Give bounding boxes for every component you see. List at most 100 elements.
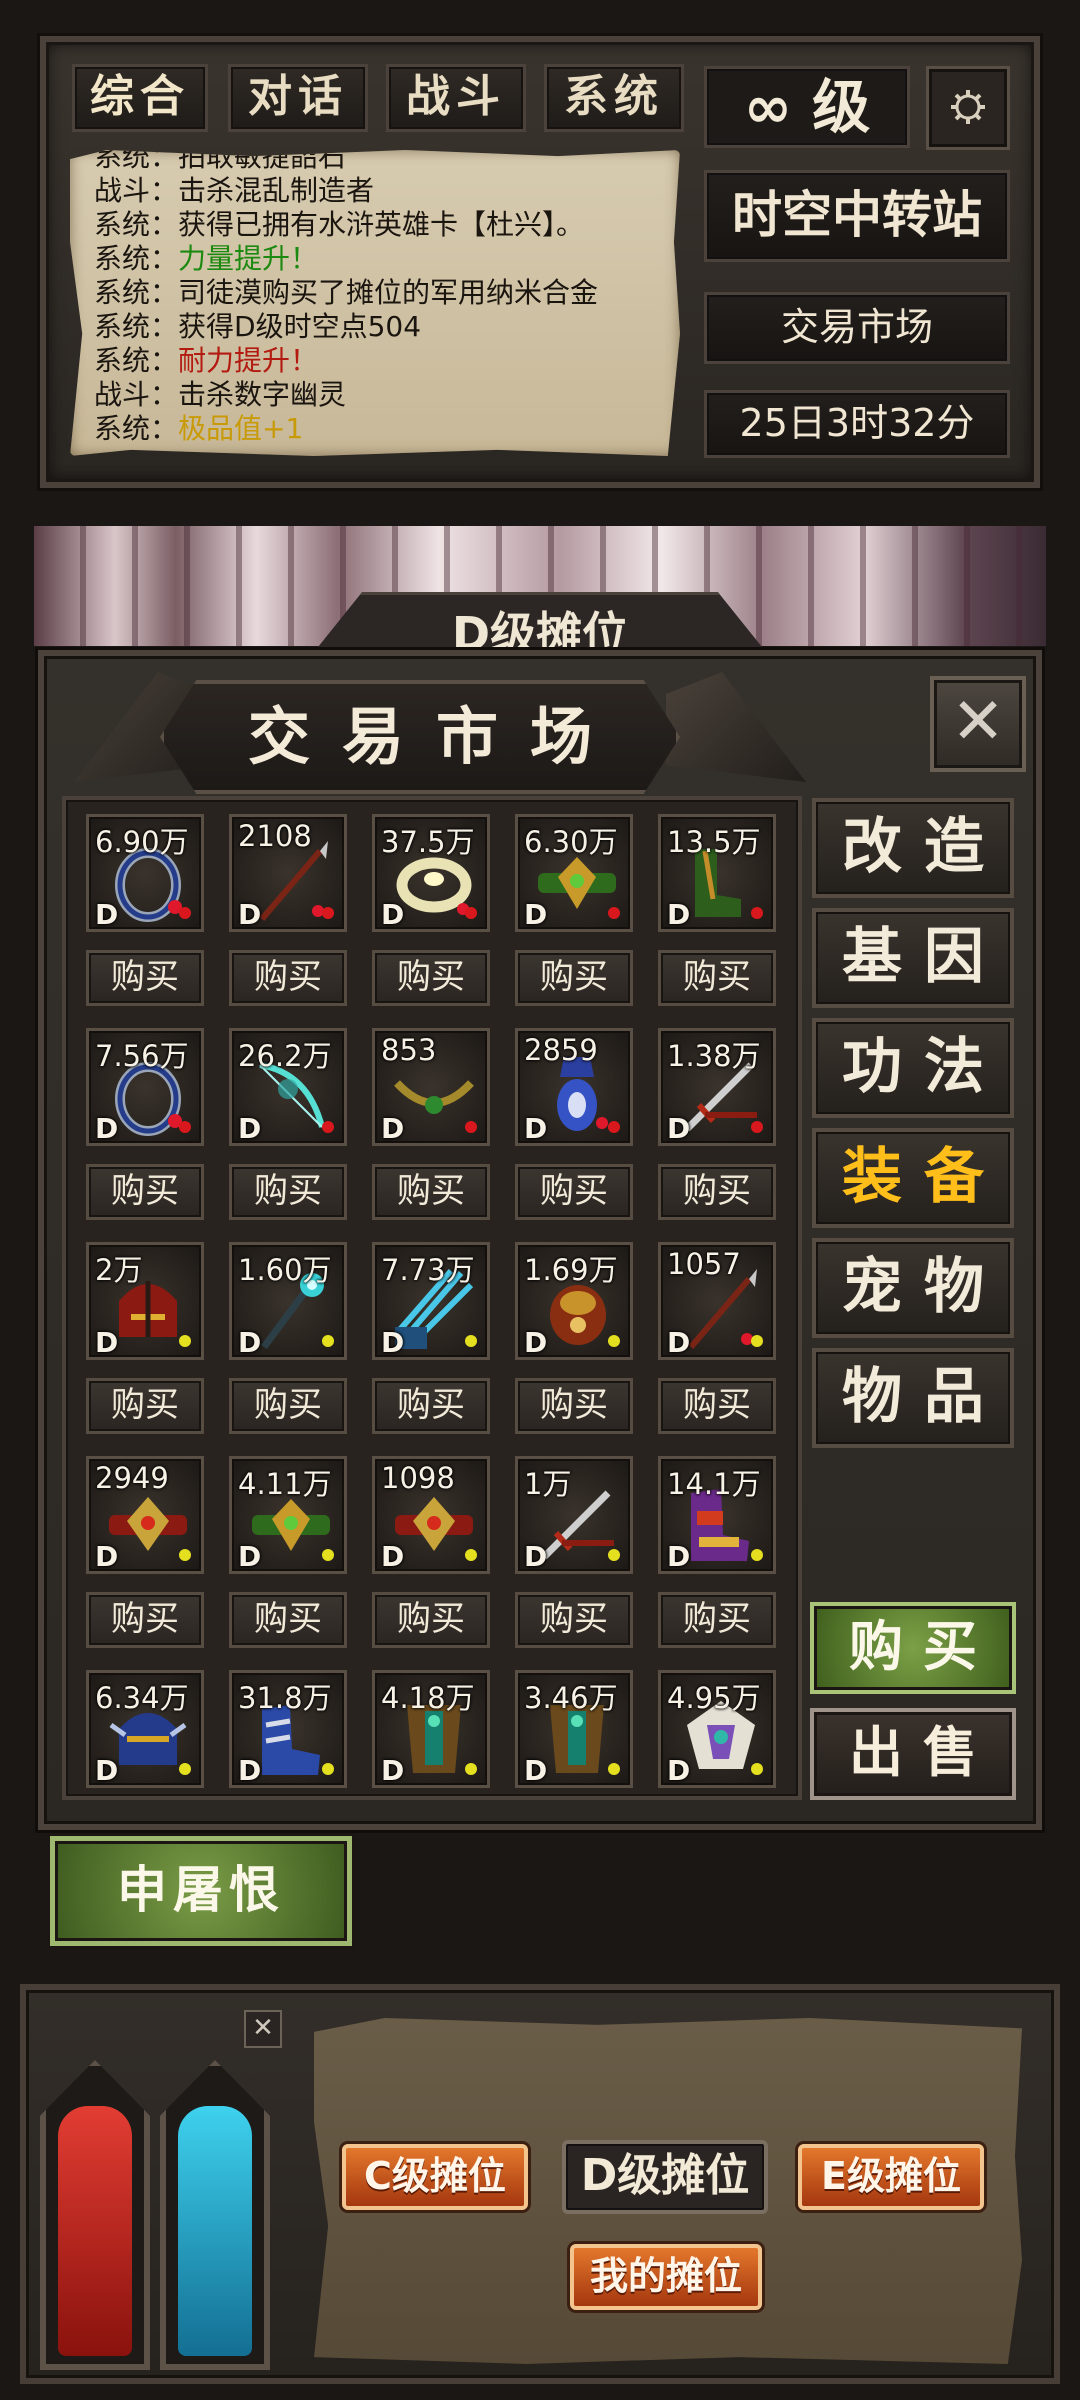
buy-button[interactable]: 购买 (658, 1378, 776, 1434)
category-4[interactable]: 宠物 (812, 1238, 1014, 1338)
buy-action-button[interactable]: 购买 (810, 1602, 1016, 1694)
buy-button[interactable]: 购买 (372, 1378, 490, 1434)
buy-button[interactable]: 购买 (229, 950, 347, 1006)
item-grade: D (381, 1112, 405, 1145)
buy-button[interactable]: 购买 (515, 1378, 633, 1434)
chat-text: 获得已拥有水浒英雄卡【杜兴】。 (178, 208, 585, 241)
close-icon: ✕ (951, 685, 1005, 759)
item-grade: D (524, 1112, 548, 1145)
chat-prefix: 战斗： (94, 174, 179, 207)
item-price: 1.60万 (238, 1253, 332, 1287)
chat-log[interactable]: 系统：拍取敏捷韶石 战斗：击杀混乱制造者 系统：获得已拥有水浒英雄卡【杜兴】。 系统：… (70, 150, 680, 456)
item-slot[interactable]: 14.1万 D (658, 1456, 776, 1574)
item-slot[interactable]: 2859 D (515, 1028, 633, 1146)
small-close-button[interactable]: ✕ (244, 2010, 282, 2048)
buy-button[interactable]: 购买 (658, 950, 776, 1006)
seller-name-button[interactable]: 申屠恨 (50, 1836, 352, 1946)
buy-button[interactable]: 购买 (86, 1592, 204, 1648)
market-link[interactable]: 交易市场 (704, 292, 1010, 364)
item-slot[interactable]: 26.2万 D (229, 1028, 347, 1146)
item-price: 4.18万 (381, 1681, 475, 1715)
d-stall-button[interactable]: D级摊位 (562, 2140, 768, 2214)
category-3[interactable]: 装备 (812, 1128, 1014, 1228)
category-5[interactable]: 物品 (812, 1348, 1014, 1448)
item-slot[interactable]: 4.95万 D (658, 1670, 776, 1788)
tab-general[interactable]: 综合 (72, 64, 208, 132)
buy-button[interactable]: 购买 (229, 1164, 347, 1220)
item-slot[interactable]: 853 D (372, 1028, 490, 1146)
quality-dot (751, 1335, 763, 1347)
item-slot[interactable]: 31.8万 D (229, 1670, 347, 1788)
item-slot[interactable]: 2万 D (86, 1242, 204, 1360)
item-slot[interactable]: 6.90万 D (86, 814, 204, 932)
item-price: 31.8万 (238, 1681, 332, 1715)
buy-button[interactable]: 购买 (515, 950, 633, 1006)
quality-dot (751, 1121, 763, 1133)
chat-prefix: 系统： (94, 208, 179, 241)
chat-line: 战斗：击杀数字幽灵 (94, 378, 346, 412)
quality-dot (322, 1121, 334, 1133)
item-grade: D (381, 898, 405, 931)
item-slot[interactable]: 6.34万 D (86, 1670, 204, 1788)
chat-line: 战斗：击杀混乱制造者 (94, 174, 374, 208)
buy-button[interactable]: 购买 (372, 950, 490, 1006)
item-slot[interactable]: 37.5万 D (372, 814, 490, 932)
item-price: 6.90万 (95, 825, 189, 859)
item-grade: D (238, 1754, 262, 1787)
item-price: 13.5万 (667, 825, 761, 859)
sell-action-button[interactable]: 出售 (810, 1708, 1016, 1800)
hp-gauge (40, 2060, 150, 2370)
item-slot[interactable]: 3.46万 D (515, 1670, 633, 1788)
item-slot[interactable]: 13.5万 D (658, 814, 776, 932)
category-2[interactable]: 功法 (812, 1018, 1014, 1118)
item-slot[interactable]: 1.60万 D (229, 1242, 347, 1360)
mp-fill (178, 2106, 252, 2356)
buy-button[interactable]: 购买 (229, 1378, 347, 1434)
item-grade: D (667, 1754, 691, 1787)
e-stall-button[interactable]: E级摊位 (798, 2144, 984, 2210)
buy-button[interactable]: 购买 (86, 1164, 204, 1220)
item-slot[interactable]: 2949 D (86, 1456, 204, 1574)
item-slot[interactable]: 4.18万 D (372, 1670, 490, 1788)
item-slot[interactable]: 1057 D (658, 1242, 776, 1360)
buy-button[interactable]: 购买 (86, 1378, 204, 1434)
settings-button[interactable] (926, 66, 1010, 150)
tab-system[interactable]: 系统 (544, 64, 684, 132)
tab-combat[interactable]: 战斗 (386, 64, 526, 132)
category-1[interactable]: 基因 (812, 908, 1014, 1008)
category-0[interactable]: 改造 (812, 798, 1014, 898)
buy-button[interactable]: 购买 (658, 1592, 776, 1648)
item-slot[interactable]: 7.56万 D (86, 1028, 204, 1146)
buy-button[interactable]: 购买 (229, 1592, 347, 1648)
item-slot[interactable]: 7.73万 D (372, 1242, 490, 1360)
c-stall-button[interactable]: C级摊位 (342, 2144, 528, 2210)
item-grade: D (524, 1326, 548, 1359)
item-grade: D (238, 1326, 262, 1359)
item-price: 7.73万 (381, 1253, 475, 1287)
item-slot[interactable]: 1万 D (515, 1456, 633, 1574)
item-slot[interactable]: 1098 D (372, 1456, 490, 1574)
buy-button[interactable]: 购买 (86, 950, 204, 1006)
close-button[interactable]: ✕ (930, 676, 1026, 772)
market-title: 交易市场 (160, 680, 680, 794)
item-slot[interactable]: 1.38万 D (658, 1028, 776, 1146)
item-slot[interactable]: 4.11万 D (229, 1456, 347, 1574)
item-slot[interactable]: 1.69万 D (515, 1242, 633, 1360)
buy-button[interactable]: 购买 (515, 1592, 633, 1648)
item-grade: D (667, 898, 691, 931)
location-button[interactable]: 时空中转站 (704, 170, 1010, 262)
item-slot[interactable]: 6.30万 D (515, 814, 633, 932)
my-stall-button[interactable]: 我的摊位 (570, 2244, 762, 2310)
buy-button[interactable]: 购买 (658, 1164, 776, 1220)
quality-dot (751, 907, 763, 919)
tab-dialogue[interactable]: 对话 (228, 64, 368, 132)
quality-dot (179, 1763, 191, 1775)
quality-dot (465, 1763, 477, 1775)
level-display: ∞ 级 (704, 66, 910, 148)
buy-button[interactable]: 购买 (372, 1164, 490, 1220)
item-price: 6.30万 (524, 825, 618, 859)
chat-text: 击杀数字幽灵 (178, 378, 347, 411)
buy-button[interactable]: 购买 (515, 1164, 633, 1220)
buy-button[interactable]: 购买 (372, 1592, 490, 1648)
item-slot[interactable]: 2108 D (229, 814, 347, 932)
